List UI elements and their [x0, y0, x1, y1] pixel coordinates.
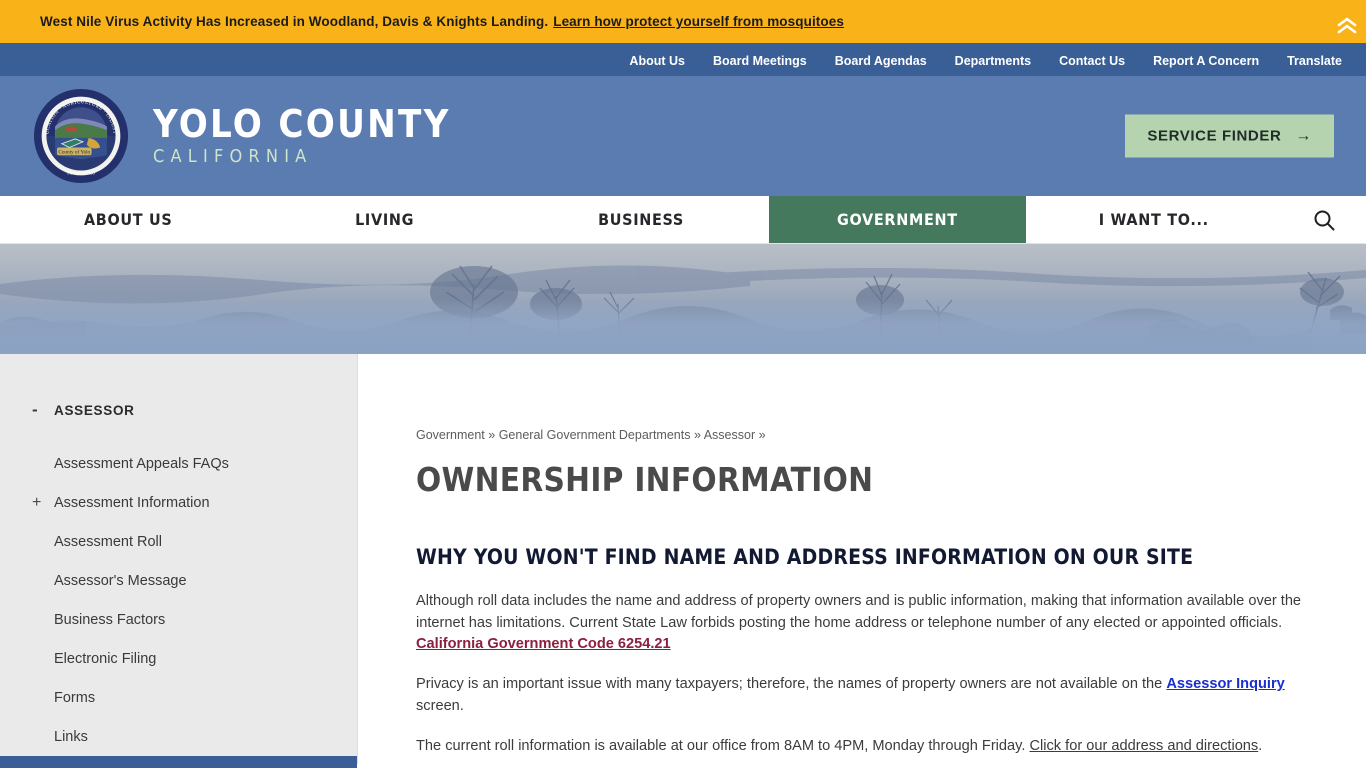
- sidebar-item-electronic-filing[interactable]: Electronic Filing: [0, 639, 357, 678]
- sidebar-item-label: Assessment Roll: [54, 533, 162, 550]
- paragraph-2: The current roll information is availabl…: [416, 736, 1332, 758]
- sidebar-item-ownership-information[interactable]: Ownership Information: [0, 756, 357, 768]
- alert-message-text: West Nile Virus Activity Has Increased i…: [40, 14, 549, 29]
- nav-item-business[interactable]: BUSINESS: [513, 196, 769, 243]
- sidebar-item-links[interactable]: Links: [0, 717, 357, 756]
- breadcrumb: Government » General Government Departme…: [416, 428, 1332, 442]
- sidebar-item-assessment-appeals-faqs[interactable]: Assessment Appeals FAQs: [0, 444, 357, 483]
- svg-text:Founded 1850: Founded 1850: [67, 171, 95, 176]
- plus-expander-icon[interactable]: +: [32, 494, 54, 512]
- utility-nav-item-4[interactable]: Contact Us: [1059, 54, 1125, 68]
- page-title: OWNERSHIP INFORMATION: [416, 460, 874, 499]
- utility-nav-item-2[interactable]: Board Agendas: [835, 54, 927, 68]
- alert-banner: West Nile Virus Activity Has Increased i…: [0, 0, 1366, 46]
- alert-link[interactable]: Learn how protect yourself from mosquito…: [553, 14, 844, 29]
- breadcrumb-separator: »: [488, 428, 496, 442]
- search-icon[interactable]: [1282, 196, 1366, 243]
- breadcrumb-item-2[interactable]: Assessor: [704, 428, 755, 442]
- sidebar-item-assessment-information[interactable]: + Assessment Information: [0, 483, 357, 522]
- sidebar-collapse-toggle-icon[interactable]: -: [32, 400, 54, 420]
- utility-nav-item-3[interactable]: Departments: [955, 54, 1031, 68]
- page-body: - ASSESSOR Assessment Appeals FAQs + Ass…: [0, 354, 1366, 768]
- sidebar-item-label: Forms: [54, 689, 96, 706]
- nav-item-living[interactable]: LIVING: [256, 196, 512, 243]
- svg-text:County of Yolo: County of Yolo: [58, 149, 90, 156]
- double-chevron-up-icon[interactable]: [1334, 13, 1360, 39]
- breadcrumb-item-0[interactable]: Government: [416, 428, 485, 442]
- sidebar-item-label: Assessment Information: [54, 494, 210, 511]
- paragraph-text-after: screen.: [416, 697, 464, 714]
- service-finder-button[interactable]: SERVICE FINDER →: [1125, 114, 1334, 158]
- sidebar-item-label: Links: [54, 728, 88, 745]
- sidebar-heading[interactable]: - ASSESSOR: [0, 400, 357, 420]
- main-nav: ABOUT US LIVING BUSINESS GOVERNMENT I WA…: [0, 196, 1366, 244]
- sidebar-nav: - ASSESSOR Assessment Appeals FAQs + Ass…: [0, 354, 358, 768]
- utility-nav-item-6[interactable]: Translate: [1287, 54, 1342, 68]
- paragraph-1: Privacy is an important issue with many …: [416, 674, 1332, 717]
- brand[interactable]: YOLO COUNTY CALIFORNIA: [153, 101, 451, 168]
- breadcrumb-separator: »: [758, 428, 766, 442]
- utility-nav: About Us Board Meetings Board Agendas De…: [0, 46, 1366, 76]
- sidebar-item-forms[interactable]: Forms: [0, 678, 357, 717]
- paragraph-text: The current roll information is availabl…: [416, 737, 1030, 754]
- sidebar-item-assessment-roll[interactable]: Assessment Roll: [0, 522, 357, 561]
- sidebar-item-label: Assessment Appeals FAQs: [54, 455, 229, 472]
- paragraph-text: Although roll data includes the name and…: [416, 593, 1302, 631]
- breadcrumb-item-1[interactable]: General Government Departments: [499, 428, 691, 442]
- sidebar-item-assessors-message[interactable]: Assessor's Message: [0, 561, 357, 600]
- alert-message: West Nile Virus Activity Has Increased i…: [40, 14, 844, 29]
- service-finder-label: SERVICE FINDER: [1147, 127, 1282, 145]
- sidebar-item-label: Business Factors: [54, 611, 166, 628]
- utility-nav-item-5[interactable]: Report A Concern: [1153, 54, 1259, 68]
- sidebar-item-label: Assessor's Message: [54, 572, 187, 589]
- utility-nav-item-1[interactable]: Board Meetings: [713, 54, 807, 68]
- section-heading: WHY YOU WON'T FIND NAME AND ADDRESS INFO…: [416, 545, 1194, 569]
- link-california-government-code[interactable]: California Government Code 6254.21: [416, 636, 671, 652]
- breadcrumb-separator: »: [693, 428, 701, 442]
- hero-banner: [0, 244, 1366, 354]
- sidebar-item-label: Electronic Filing: [54, 650, 157, 667]
- nav-item-i-want-to[interactable]: I WANT TO...: [1026, 196, 1282, 243]
- nav-item-government[interactable]: GOVERNMENT: [769, 196, 1026, 243]
- nav-item-about-us[interactable]: ABOUT US: [0, 196, 256, 243]
- masthead: County of Yolo Founded 1850 EDUCATION · …: [0, 76, 1366, 196]
- sidebar-item-business-factors[interactable]: Business Factors: [0, 600, 357, 639]
- paragraph-0: Although roll data includes the name and…: [416, 591, 1332, 656]
- brand-subtitle: CALIFORNIA: [153, 146, 313, 168]
- link-address-and-directions[interactable]: Click for our address and directions: [1029, 738, 1258, 754]
- brand-title: YOLO COUNTY: [153, 101, 451, 146]
- county-seal-logo[interactable]: County of Yolo Founded 1850 EDUCATION · …: [31, 84, 129, 184]
- link-assessor-inquiry[interactable]: Assessor Inquiry: [1166, 676, 1284, 692]
- paragraph-text: Privacy is an important issue with many …: [416, 676, 1167, 693]
- hero-fog-overlay: [0, 298, 1366, 354]
- sidebar-heading-label: ASSESSOR: [54, 402, 135, 418]
- arrow-right-icon: →: [1295, 127, 1312, 144]
- main-content: Government » General Government Departme…: [358, 354, 1366, 764]
- paragraph-text-after: .: [1258, 737, 1263, 754]
- utility-nav-item-0[interactable]: About Us: [629, 54, 685, 68]
